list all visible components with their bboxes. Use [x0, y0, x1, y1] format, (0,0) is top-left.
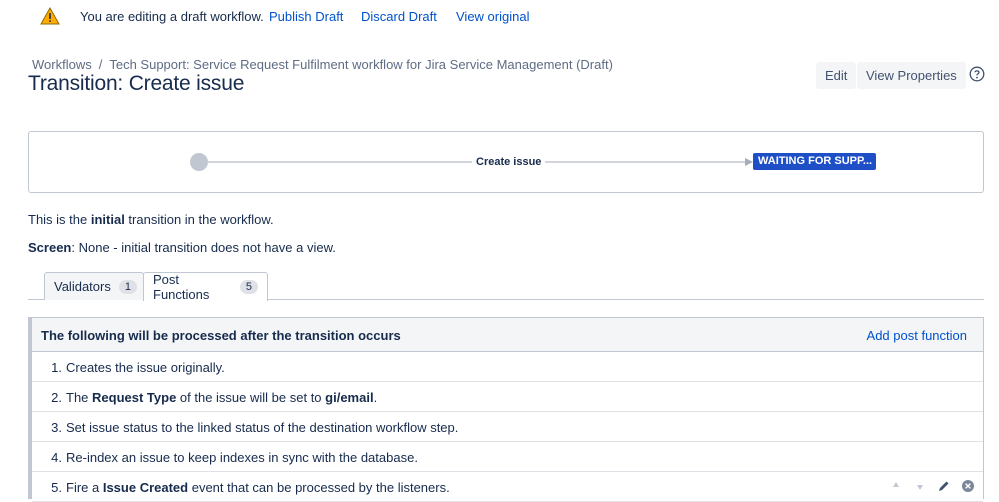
breadcrumb-workflows[interactable]: Workflows [32, 57, 92, 72]
table-row: 4. Re-index an issue to keep indexes in … [32, 442, 983, 472]
table-row: 5. Fire a Issue Created event that can b… [32, 472, 983, 502]
help-icon[interactable] [969, 66, 985, 82]
post-functions-heading: The following will be processed after th… [41, 328, 401, 343]
edit-button[interactable]: Edit [816, 62, 857, 89]
move-up-icon[interactable] [889, 479, 903, 493]
breadcrumb-workflow[interactable]: Tech Support: Service Request Fulfilment… [109, 57, 613, 72]
post-functions-header: The following will be processed after th… [32, 318, 983, 352]
initial-transition-note: This is the initial transition in the wo… [28, 212, 274, 227]
move-down-icon[interactable] [913, 479, 927, 493]
table-row: 3. Set issue status to the linked status… [32, 412, 983, 442]
transition-diagram: Create issue WAITING FOR SUPP... [28, 131, 984, 193]
table-row: 2. The Request Type of the issue will be… [32, 382, 983, 412]
validators-count-badge: 1 [118, 279, 137, 294]
view-properties-button[interactable]: View Properties [857, 62, 966, 89]
draft-message: You are editing a draft workflow. [80, 9, 264, 24]
tab-validators[interactable]: Validators 1 [44, 272, 144, 300]
breadcrumb: Workflows / Tech Support: Service Request … [32, 57, 613, 72]
delete-icon[interactable] [961, 479, 975, 493]
destination-status[interactable]: WAITING FOR SUPP... [753, 153, 876, 170]
draft-banner: You are editing a draft workflow. Publis… [0, 0, 999, 34]
post-functions-count-badge: 5 [239, 280, 258, 294]
page-title: Transition: Create issue [28, 72, 245, 95]
row-actions [889, 479, 975, 493]
transition-tabs: Validators 1 Post Functions 5 [28, 272, 984, 302]
screen-info: Screen: None - initial transition does n… [28, 240, 336, 255]
tab-post-functions[interactable]: Post Functions 5 [143, 272, 268, 302]
table-row: 1. Creates the issue originally. [32, 352, 983, 382]
post-functions-table: The following will be processed after th… [28, 317, 984, 502]
publish-draft-link[interactable]: Publish Draft [269, 9, 343, 24]
transition-label: Create issue [472, 156, 546, 168]
edit-pencil-icon[interactable] [937, 479, 951, 493]
discard-draft-link[interactable]: Discard Draft [361, 9, 437, 24]
transition-arrow [745, 158, 753, 166]
view-original-link[interactable]: View original [456, 9, 529, 24]
initial-node [190, 153, 208, 171]
breadcrumb-separator: / [98, 57, 103, 72]
add-post-function-link[interactable]: Add post function [867, 328, 967, 343]
warning-icon [40, 7, 60, 25]
